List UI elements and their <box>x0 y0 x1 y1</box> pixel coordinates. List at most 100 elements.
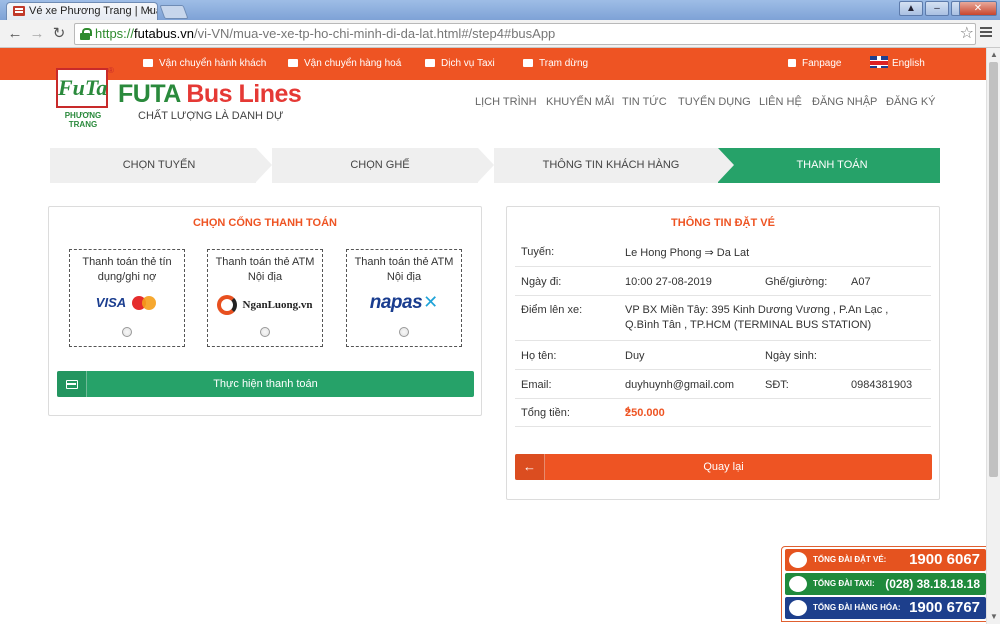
hotline-taxi[interactable]: TỔNG ĐÀI TAXI: (028) 38.18.18.18 <box>785 573 986 595</box>
nav-login[interactable]: ĐĂNG NHẬP <box>812 96 877 108</box>
brand-slogan: CHẤT LƯỢNG LÀ DANH DỰ <box>138 110 284 122</box>
uk-flag-icon <box>870 56 888 68</box>
bus-icon <box>143 59 153 67</box>
reload-icon[interactable]: ↻ <box>50 25 68 43</box>
mastercard-logo-icon <box>132 295 158 310</box>
step-separator <box>718 148 734 182</box>
topbar-link-passenger[interactable]: Vận chuyển hành khách <box>143 48 266 80</box>
browser-titlebar: Vé xe Phương Trang | Mua v × ▲ – □ ✕ <box>0 0 1000 20</box>
page-scrollbar[interactable]: ▲ ▼ <box>986 48 1000 624</box>
browser-menu-icon[interactable] <box>980 27 992 29</box>
topbar-link-taxi[interactable]: Dịch vụ Taxi <box>425 48 495 80</box>
lock-icon <box>80 28 92 40</box>
bookmark-star-icon[interactable]: ☆ <box>960 23 974 43</box>
napas-star-icon: ✕ <box>423 292 439 312</box>
date-value: 10:00 27-08-2019 <box>625 276 712 288</box>
route-label: Tuyến: <box>521 246 555 258</box>
booking-title: THÔNG TIN ĐẶT VÉ <box>671 217 775 229</box>
step-payment[interactable]: THANH TOÁN <box>718 148 940 183</box>
scroll-down-icon[interactable]: ▼ <box>989 612 999 622</box>
payment-panel: CHỌN CỔNG THANH TOÁN Thanh toán thẻ tín … <box>48 206 482 416</box>
row-name-dob: Họ tên: Duy Ngày sinh: <box>515 341 931 370</box>
step-choose-seat[interactable]: CHỌN GHẾ <box>272 148 478 183</box>
nav-schedule[interactable]: LỊCH TRÌNH <box>475 96 537 108</box>
new-tab-button[interactable] <box>159 5 189 19</box>
hotline-widget: TỔNG ĐÀI ĐẶT VÉ: 1900 6067 TỔNG ĐÀI TAXI… <box>781 546 986 622</box>
forward-icon[interactable]: → <box>28 25 46 43</box>
back-button[interactable]: ← Quay lại <box>515 454 932 480</box>
payment-option-label: Nội địa <box>386 271 422 283</box>
url-path: /vi-VN/mua-ve-xe-tp-ho-chi-minh-di-da-la… <box>194 26 556 41</box>
checkout-steps: CHỌN TUYẾN CHỌN GHẾ THÔNG TIN KHÁCH HÀNG… <box>50 148 940 183</box>
nav-careers[interactable]: TUYỂN DỤNG <box>678 96 751 108</box>
pickup-line-2: Q.Bình Tân , TP.HCM (TERMINAL BUS STATIO… <box>625 319 872 331</box>
delivery-truck-icon <box>789 600 807 616</box>
napas-logo: napas✕ <box>369 292 439 313</box>
submit-payment-button[interactable]: Thực hiện thanh toán <box>57 371 474 397</box>
phone-value: 0984381903 <box>851 379 913 391</box>
back-icon[interactable]: ← <box>6 25 24 43</box>
credit-card-icon <box>66 380 78 389</box>
logo-subtitle: PHƯƠNG TRANG <box>64 111 102 129</box>
payment-option-label: Thanh toán thẻ ATM <box>354 256 454 268</box>
web-page: Vận chuyển hành khách Vận chuyển hàng ho… <box>0 48 986 624</box>
browser-tab[interactable]: Vé xe Phương Trang | Mua v × <box>6 2 158 20</box>
row-email-phone: Email: duyhuynh@gmail.com SĐT: 098438190… <box>515 370 931 399</box>
tab-close-icon[interactable]: × <box>147 3 153 19</box>
step-choose-route[interactable]: CHỌN TUYẾN <box>50 148 256 183</box>
language-switch[interactable]: English <box>870 48 925 80</box>
scroll-up-icon[interactable]: ▲ <box>989 50 999 60</box>
row-total: Tổng tiền: 250.000 đ <box>515 399 931 427</box>
registered-mark: ® <box>108 66 114 75</box>
payment-option-label: dụng/ghi nợ <box>97 271 157 283</box>
nav-news[interactable]: TIN TỨC <box>622 96 667 108</box>
name-label: Họ tên: <box>521 350 557 362</box>
url-protocol: https:// <box>95 26 135 41</box>
payment-option-label: Nội địa <box>247 271 283 283</box>
nganluong-logo: NganLuong.vn <box>208 295 322 315</box>
window-minimize-button[interactable]: – <box>925 1 949 16</box>
email-value: duyhuynh@gmail.com <box>625 379 734 391</box>
step-customer-info[interactable]: THÔNG TIN KHÁCH HÀNG <box>494 148 718 183</box>
phone-icon <box>789 552 807 568</box>
total-label: Tổng tiền: <box>521 407 570 419</box>
payment-radio-credit-card[interactable] <box>122 327 132 337</box>
row-route: Tuyến: Le Hong Phong ⇒ Da Lat <box>515 237 931 267</box>
browser-toolbar: ← → ↻ https://futabus.vn/vi-VN/mua-ve-xe… <box>0 20 1000 48</box>
brand-name[interactable]: FUTA Bus Lines <box>118 80 302 109</box>
hotline-booking[interactable]: TỔNG ĐÀI ĐẶT VÉ: 1900 6067 <box>785 549 986 571</box>
phone-label: SĐT: <box>765 379 789 391</box>
payment-option-credit-card[interactable]: Thanh toán thẻ tín dụng/ghi nợ VISA <box>69 249 185 347</box>
route-value: Le Hong Phong ⇒ Da Lat <box>625 247 750 259</box>
payment-option-nganluong[interactable]: Thanh toán thẻ ATM Nội địa NganLuong.vn <box>207 249 323 347</box>
hotline-cargo[interactable]: TỔNG ĐÀI HÀNG HÓA: 1900 6767 <box>785 597 986 619</box>
tab-title: Vé xe Phương Trang | Mua v <box>29 5 158 17</box>
scroll-thumb[interactable] <box>989 62 998 477</box>
row-pickup: Điểm lên xe: VP BX Miền Tây: 395 Kinh Dư… <box>515 296 931 341</box>
nav-promotions[interactable]: KHUYẾN MÃI <box>546 96 614 108</box>
payment-option-napas[interactable]: Thanh toán thẻ ATM Nội địa napas✕ <box>346 249 462 347</box>
truck-icon <box>288 59 298 67</box>
nav-contact[interactable]: LIÊN HỆ <box>759 96 802 108</box>
window-close-button[interactable]: ✕ <box>959 1 997 16</box>
address-bar[interactable]: https://futabus.vn/vi-VN/mua-ve-xe-tp-ho… <box>74 23 976 45</box>
futa-logo[interactable]: FuTa ® PHƯƠNG TRANG <box>52 66 114 129</box>
email-label: Email: <box>521 379 552 391</box>
payment-title: CHỌN CỔNG THANH TOÁN <box>192 217 337 229</box>
total-value: 250.000 đ <box>625 407 665 419</box>
window-user-button[interactable]: ▲ <box>899 1 923 16</box>
topbar-link-cargo[interactable]: Vận chuyển hàng hoá <box>288 48 401 80</box>
seat-value: A07 <box>851 276 871 288</box>
dob-label: Ngày sinh: <box>765 350 817 362</box>
payment-radio-nganluong[interactable] <box>260 327 270 337</box>
booking-info-panel: THÔNG TIN ĐẶT VÉ Tuyến: Le Hong Phong ⇒ … <box>506 206 940 500</box>
payment-radio-napas[interactable] <box>399 327 409 337</box>
topbar-link-fanpage[interactable]: Fanpage <box>788 48 841 80</box>
topbar-link-stations[interactable]: Trạm dừng <box>523 48 588 80</box>
date-label: Ngày đi: <box>521 276 562 288</box>
pickup-line-1: VP BX Miền Tây: 395 Kinh Dương Vương , P… <box>625 304 889 316</box>
payment-option-label: Thanh toán thẻ ATM <box>215 256 315 268</box>
nav-register[interactable]: ĐĂNG KÝ <box>886 96 936 108</box>
visa-mastercard-logo: VISA <box>70 295 184 315</box>
visa-logo: VISA <box>95 295 127 310</box>
